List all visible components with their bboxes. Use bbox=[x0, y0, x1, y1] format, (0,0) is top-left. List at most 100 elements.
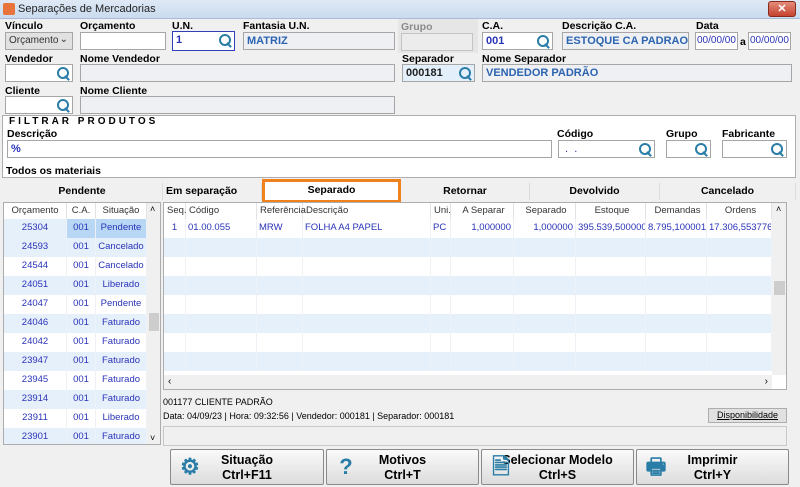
data-from-input[interactable]: 00/00/00 bbox=[695, 32, 738, 50]
tab-devolvido[interactable]: Devolvido bbox=[530, 183, 660, 200]
tab-cancelado[interactable]: Cancelado bbox=[660, 183, 796, 200]
vendedor-input[interactable] bbox=[5, 64, 73, 82]
close-button[interactable]: ✕ bbox=[768, 1, 796, 17]
search-icon[interactable] bbox=[218, 33, 232, 47]
col-header[interactable]: A Separar bbox=[451, 203, 514, 219]
search-icon[interactable] bbox=[694, 142, 708, 156]
chevron-down-icon: ⌄ bbox=[59, 34, 68, 45]
col-header[interactable]: Código bbox=[186, 203, 257, 219]
orcamento-row[interactable]: 24042 001 Faturado bbox=[4, 333, 147, 352]
col-header[interactable]: Demandas bbox=[646, 203, 707, 219]
filter-fabricante-input[interactable] bbox=[722, 140, 787, 158]
col-orcamento[interactable]: Orçamento bbox=[4, 203, 67, 219]
search-icon[interactable] bbox=[770, 142, 784, 156]
nome-cliente-field bbox=[80, 96, 395, 114]
filter-grupo-input[interactable] bbox=[666, 140, 711, 158]
cell bbox=[164, 295, 186, 314]
orcamento-row[interactable]: 24544 001 Cancelado bbox=[4, 257, 147, 276]
col-header[interactable]: Descrição bbox=[303, 203, 431, 219]
orcamento-row[interactable]: 24047 001 Pendente bbox=[4, 295, 147, 314]
orcamento-row[interactable]: 25304 001 Pendente bbox=[4, 219, 147, 238]
orcamento-row[interactable]: 23914 001 Faturado bbox=[4, 390, 147, 409]
scrollbar-thumb[interactable] bbox=[774, 281, 785, 295]
col-header[interactable]: Referência bbox=[257, 203, 306, 219]
chevron-up-icon[interactable]: ˄ bbox=[776, 204, 781, 214]
fantasia-un-field: MATRIZ bbox=[243, 32, 395, 50]
orcamento-row[interactable]: 23947 001 Faturado bbox=[4, 352, 147, 371]
item-row[interactable] bbox=[164, 257, 772, 276]
ca-input[interactable]: 001 bbox=[482, 32, 553, 50]
col-header[interactable]: Seq. bbox=[164, 203, 187, 219]
grupo-input bbox=[401, 33, 473, 51]
cell: 1 bbox=[164, 219, 186, 238]
imprimir-button[interactable]: 🖶 Imprimir Ctrl+Y bbox=[636, 449, 789, 485]
disponibilidade-button[interactable]: Disponibilidade bbox=[708, 408, 787, 423]
info-detalhes: Data: 04/09/23 | Hora: 09:32:56 | Vended… bbox=[163, 411, 455, 421]
cell: 1,000000 bbox=[451, 219, 514, 238]
orcamento-input[interactable] bbox=[80, 32, 166, 50]
cell bbox=[303, 333, 431, 352]
vinculo-select[interactable]: Orçamento ⌄ bbox=[5, 32, 73, 50]
search-icon[interactable] bbox=[638, 142, 652, 156]
cell: FOLHA A4 PAPEL bbox=[303, 219, 431, 238]
scrollbar-vertical[interactable]: ˄ bbox=[772, 203, 786, 375]
chevron-up-icon[interactable]: ˄ bbox=[150, 204, 155, 214]
situacao-button[interactable]: ⚙ Situação Ctrl+F11 bbox=[170, 449, 324, 485]
search-icon[interactable] bbox=[536, 34, 550, 48]
motivos-button[interactable]: ? Motivos Ctrl+T bbox=[326, 449, 479, 485]
item-row[interactable]: 1 01.00.055 MRW FOLHA A4 PAPEL PC 1,000000 1,0… bbox=[164, 219, 772, 238]
tab-em-separacao[interactable]: Em separação bbox=[163, 183, 262, 200]
item-row[interactable] bbox=[164, 352, 772, 371]
vinculo-label: Vínculo bbox=[5, 20, 43, 32]
data-to-input[interactable]: 00/00/00 bbox=[748, 32, 791, 50]
tab-separado[interactable]: Separado bbox=[262, 179, 401, 203]
orcamento-row[interactable]: 24051 001 Liberado bbox=[4, 276, 147, 295]
col-header[interactable]: Uni. bbox=[431, 203, 451, 219]
cell bbox=[646, 295, 707, 314]
cell bbox=[186, 257, 257, 276]
chevron-right-icon[interactable]: › bbox=[765, 376, 768, 387]
tab-retornar[interactable]: Retornar bbox=[401, 183, 530, 200]
col-header[interactable]: Separado bbox=[514, 203, 576, 219]
col-header[interactable]: Ordens bbox=[707, 203, 772, 219]
cell bbox=[431, 238, 451, 257]
search-icon[interactable] bbox=[56, 66, 70, 80]
orcamentos-grid[interactable]: Orçamento C.A. Situação 25304 001 Pendente… bbox=[3, 202, 161, 445]
col-header[interactable]: Estoque bbox=[576, 203, 646, 219]
scrollbar-horizontal[interactable]: ‹ › bbox=[164, 375, 772, 389]
cell: 395.539,500000 bbox=[576, 219, 646, 238]
scrollbar-vertical[interactable]: ˄ ˅ bbox=[147, 203, 160, 444]
item-row[interactable] bbox=[164, 333, 772, 352]
search-icon[interactable] bbox=[56, 98, 70, 112]
selecionar-modelo-button[interactable]: 🗎 Selecionar Modelo Ctrl+S bbox=[481, 449, 634, 485]
separador-input[interactable]: 000181 bbox=[402, 64, 475, 82]
scrollbar-thumb[interactable] bbox=[149, 313, 159, 331]
cell: Faturado bbox=[96, 352, 147, 371]
nome-vendedor-field bbox=[80, 64, 395, 82]
un-input[interactable]: 1 bbox=[172, 31, 235, 51]
orcamento-row[interactable]: 24046 001 Faturado bbox=[4, 314, 147, 333]
col-situacao[interactable]: Situação bbox=[96, 203, 147, 219]
orcamento-row[interactable]: 24593 001 Cancelado bbox=[4, 238, 147, 257]
cell: Faturado bbox=[96, 333, 147, 352]
col-ca[interactable]: C.A. bbox=[67, 203, 96, 219]
item-row[interactable] bbox=[164, 276, 772, 295]
tab-pendente[interactable]: Pendente bbox=[2, 183, 163, 200]
cell bbox=[646, 257, 707, 276]
orcamento-row[interactable]: 23945 001 Faturado bbox=[4, 371, 147, 390]
item-row[interactable] bbox=[164, 295, 772, 314]
chevron-left-icon[interactable]: ‹ bbox=[168, 376, 171, 387]
orcamento-row[interactable]: 23901 001 Faturado bbox=[4, 428, 147, 444]
items-grid[interactable]: Seq. Código Referência Descrição Uni. A Separ… bbox=[163, 202, 787, 390]
cell bbox=[431, 333, 451, 352]
chevron-down-icon[interactable]: ˅ bbox=[150, 433, 155, 443]
cell: Pendente bbox=[96, 219, 147, 238]
orcamento-row[interactable]: 23911 001 Liberado bbox=[4, 409, 147, 428]
filter-descricao-input[interactable]: % bbox=[7, 140, 552, 158]
descricao-ca-field: ESTOQUE CA PADRAO bbox=[562, 32, 689, 50]
item-row[interactable] bbox=[164, 314, 772, 333]
filter-codigo-input[interactable]: . . bbox=[558, 140, 655, 158]
item-row[interactable] bbox=[164, 238, 772, 257]
search-icon[interactable] bbox=[458, 66, 472, 80]
cliente-input[interactable] bbox=[5, 96, 73, 114]
